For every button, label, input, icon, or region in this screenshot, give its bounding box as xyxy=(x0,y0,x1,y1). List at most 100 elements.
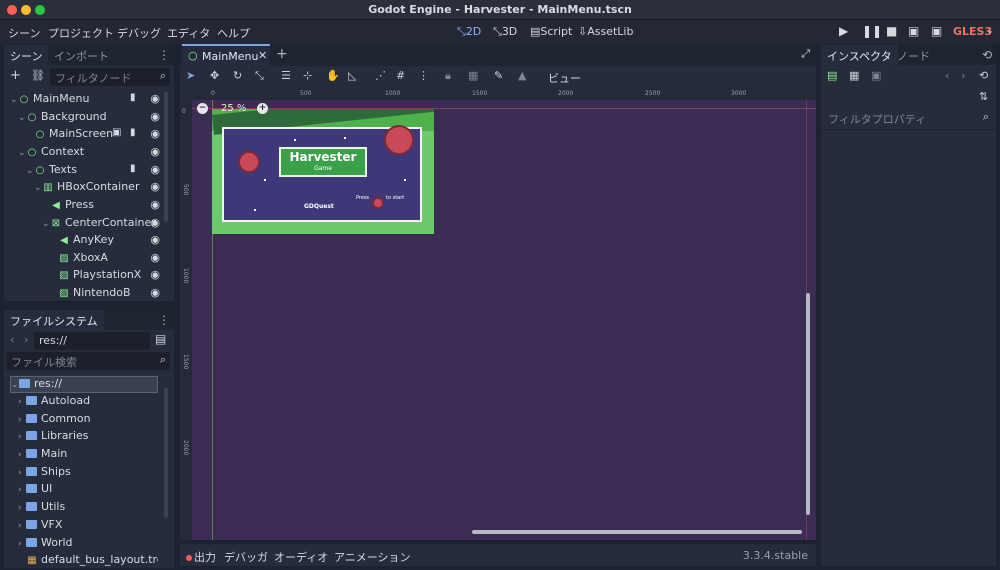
workspace-script-button[interactable]: ▤Script xyxy=(530,25,572,38)
menu-project[interactable]: プロジェクト xyxy=(48,25,114,41)
tree-row-background[interactable]: ⌄ ○ Background ◉ xyxy=(18,110,170,127)
filesystem-scrollbar[interactable] xyxy=(164,388,168,518)
tree-row-mainscreen[interactable]: ○ MainScreen ▣ ▮ ◉ xyxy=(26,127,170,144)
ruler-tool-icon[interactable]: ◺ xyxy=(348,69,356,82)
menu-debug[interactable]: デバッグ xyxy=(117,25,161,41)
visibility-eye-icon[interactable]: ◉ xyxy=(150,180,160,193)
visibility-eye-icon[interactable]: ◉ xyxy=(150,127,160,140)
folder-common[interactable]: › Common xyxy=(18,412,158,429)
history-icon[interactable]: ⟲ xyxy=(979,69,988,82)
animation-tab[interactable]: アニメーション xyxy=(334,549,411,565)
tree-row-xboxa[interactable]: ▨ XboxA ◉ xyxy=(50,251,170,268)
chevron-down-icon[interactable]: ⌄ xyxy=(10,95,18,105)
back-icon[interactable]: ‹ xyxy=(10,333,14,346)
chevron-right-icon[interactable]: › xyxy=(18,521,26,531)
workspace-2d-button[interactable]: ⤡2D xyxy=(457,25,481,39)
chevron-right-icon[interactable]: › xyxy=(18,450,26,460)
audio-tab[interactable]: オーディオ xyxy=(274,549,328,565)
folder-libraries[interactable]: › Libraries xyxy=(18,429,158,446)
chevron-down-icon[interactable]: ⌄ xyxy=(18,148,26,158)
link-icon[interactable]: ⛓ xyxy=(31,69,45,82)
tab-import[interactable]: インポート xyxy=(48,45,115,65)
stop-icon[interactable]: ■ xyxy=(886,24,897,38)
tab-node[interactable]: ノード xyxy=(891,45,936,65)
tree-row-res-root[interactable]: ⌄ res:// xyxy=(10,376,158,393)
move-tool-icon[interactable]: ✥ xyxy=(210,69,219,82)
output-tab[interactable]: 出力 xyxy=(186,549,216,565)
file-search-input[interactable]: ファイル検索 ⌕ xyxy=(6,352,170,370)
menu-help[interactable]: ヘルプ xyxy=(217,25,250,41)
tree-row-mainmenu[interactable]: ⌄ ○ MainMenu ▮ ◉ xyxy=(10,92,170,109)
tree-row-playstationx[interactable]: ▨ PlaystationX ◉ xyxy=(50,268,170,285)
tree-row-press[interactable]: ◀ Press ◉ xyxy=(42,198,170,215)
zoom-level[interactable]: 25 % xyxy=(221,103,246,114)
list-select-icon[interactable]: ☰ xyxy=(281,69,291,82)
chevron-right-icon[interactable]: › xyxy=(18,415,26,425)
chevron-right-icon[interactable]: › xyxy=(18,503,26,513)
grid-snap-icon[interactable]: # xyxy=(396,69,405,82)
rotate-tool-icon[interactable]: ↻ xyxy=(233,69,242,82)
pan-tool-icon[interactable]: ✋ xyxy=(326,69,340,82)
folder-autoload[interactable]: › Autoload xyxy=(18,394,158,411)
script-attached-icon[interactable]: ▮ xyxy=(130,163,136,174)
scene-tree-scrollbar[interactable] xyxy=(164,92,168,222)
kebab-menu-icon[interactable]: ⋮ xyxy=(418,69,429,82)
instance-scene-icon[interactable]: ▣ xyxy=(112,127,121,138)
tree-row-texts[interactable]: ⌄ ○ Texts ▮ ◉ xyxy=(26,163,170,180)
zoom-in-button[interactable]: + xyxy=(257,103,268,114)
folder-utils[interactable]: › Utils xyxy=(18,500,158,517)
visibility-eye-icon[interactable]: ◉ xyxy=(150,198,160,211)
tree-row-hboxcontainer[interactable]: ⌄ ▥ HBoxContainer ◉ xyxy=(34,180,170,197)
select-tool-icon[interactable]: ➤ xyxy=(186,69,195,82)
tree-row-anykey[interactable]: ◀ AnyKey ◉ xyxy=(50,233,170,250)
bone-icon[interactable]: ✎ xyxy=(494,69,503,82)
chevron-right-icon[interactable]: › xyxy=(18,468,26,478)
history-icon[interactable]: ⟲ xyxy=(982,48,992,62)
folder-ships[interactable]: › Ships xyxy=(18,465,158,482)
group-icon[interactable]: ▦ xyxy=(468,69,478,82)
lock-icon[interactable]: 🔒︎ xyxy=(445,69,451,83)
add-node-icon[interactable]: + xyxy=(10,68,21,83)
visibility-eye-icon[interactable]: ◉ xyxy=(150,216,160,229)
visibility-eye-icon[interactable]: ◉ xyxy=(150,92,160,105)
filter-properties-input[interactable]: フィルタプロパティ ⌕ xyxy=(823,109,993,127)
menu-scene[interactable]: シーン xyxy=(8,25,40,41)
tab-filesystem[interactable]: ファイルシステム xyxy=(4,310,104,330)
camera-override-icon[interactable]: ▲ xyxy=(518,69,526,82)
tree-row-centercontainer[interactable]: ⌄ ⊠ CenterContainer ◉ xyxy=(42,216,170,233)
chevron-right-icon[interactable]: › xyxy=(18,539,26,549)
tree-row-nintendob[interactable]: ▨ NintendoB ◉ xyxy=(50,286,170,303)
file-default-bus-layout[interactable]: ▦ default_bus_layout.tres xyxy=(18,553,158,568)
fullscreen-icon[interactable]: ⤢ xyxy=(801,47,810,61)
chevron-down-icon[interactable]: ⌄ xyxy=(34,183,42,193)
visibility-eye-icon[interactable]: ◉ xyxy=(150,286,160,299)
filter-nodes-input[interactable]: フィルタノード ⌕ xyxy=(50,68,170,86)
view-menu[interactable]: ビュー xyxy=(548,70,581,86)
scene-tab-mainmenu[interactable]: ○ MainMenu ✕ xyxy=(182,44,270,66)
object-properties-icon[interactable]: ⇅ xyxy=(979,90,988,103)
kebab-menu-icon[interactable]: ⋮ xyxy=(158,48,170,62)
smart-snap-icon[interactable]: ⋰ xyxy=(375,69,386,82)
visibility-eye-icon[interactable]: ◉ xyxy=(150,268,160,281)
chevron-right-icon[interactable]: › xyxy=(18,485,26,495)
chevron-down-icon[interactable]: ⌄ xyxy=(986,26,994,36)
zoom-out-button[interactable]: − xyxy=(197,103,208,114)
debugger-tab[interactable]: デバッガ xyxy=(224,549,268,565)
close-icon[interactable]: ✕ xyxy=(258,49,267,62)
visibility-eye-icon[interactable]: ◉ xyxy=(150,145,160,158)
forward-icon[interactable]: › xyxy=(24,333,28,346)
kebab-menu-icon[interactable]: ⋮ xyxy=(158,313,170,327)
workspace-assetlib-button[interactable]: ⇩AssetLib xyxy=(578,25,633,38)
scene-preview[interactable]: Harvester Game GDQuest Press to start xyxy=(212,109,434,234)
visibility-eye-icon[interactable]: ◉ xyxy=(150,251,160,264)
folder-world[interactable]: › World xyxy=(18,536,158,553)
chevron-down-icon[interactable]: ⌄ xyxy=(26,166,34,176)
pivot-tool-icon[interactable]: ⊹ xyxy=(303,69,312,82)
folder-vfx[interactable]: › VFX xyxy=(18,518,158,535)
visibility-eye-icon[interactable]: ◉ xyxy=(150,233,160,246)
path-field[interactable]: res:// xyxy=(34,332,150,350)
play-scene-icon[interactable]: ▣ xyxy=(908,24,919,38)
chevron-down-icon[interactable]: ⌄ xyxy=(11,380,19,390)
folder-main[interactable]: › Main xyxy=(18,447,158,464)
create-resource-icon[interactable]: ▤ xyxy=(827,69,837,82)
